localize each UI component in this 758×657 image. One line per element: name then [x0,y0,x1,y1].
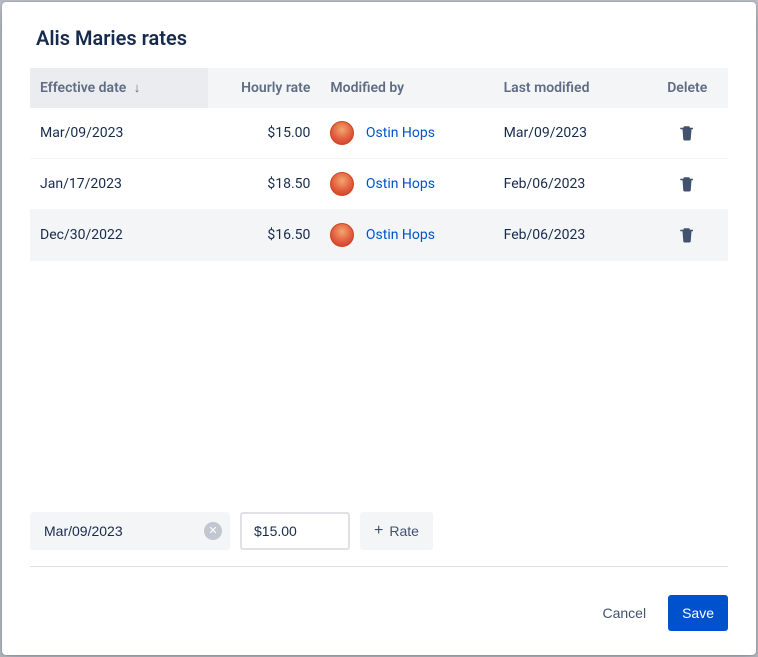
add-rate-button[interactable]: + Rate [360,512,433,550]
table-row: Jan/17/2023 $18.50 Ostin Hops Feb/06/202… [30,159,728,210]
cancel-button[interactable]: Cancel [588,595,660,631]
cell-delete [646,159,728,210]
cell-effective-date: Mar/09/2023 [30,108,208,159]
clear-date-button[interactable]: ✕ [204,522,222,540]
save-button[interactable]: Save [668,595,728,631]
rates-table: Effective date ↓ Hourly rate Modified by… [30,68,728,261]
avatar [330,172,354,196]
dialog-footer: Cancel Save [30,595,728,631]
close-icon: ✕ [208,526,217,537]
trash-icon [678,124,696,142]
cell-modified-by: Ostin Hops [320,108,493,159]
col-hourly-rate[interactable]: Hourly rate [208,68,320,108]
avatar [330,121,354,145]
rates-dialog: Alis Maries rates Effective date ↓ Hourl… [2,2,756,655]
col-modified-by-label: Modified by [330,80,404,96]
col-last-modified-label: Last modified [504,80,590,96]
modified-by-link[interactable]: Ostin Hops [366,176,435,192]
cell-last-modified: Feb/06/2023 [494,210,647,261]
col-delete-label: Delete [667,80,707,96]
dialog-title: Alis Maries rates [36,26,728,50]
cell-hourly-rate: $15.00 [208,108,320,159]
sort-descending-icon: ↓ [134,81,141,96]
cell-delete [646,210,728,261]
date-field-wrap: ✕ [30,512,230,550]
col-last-modified[interactable]: Last modified [494,68,647,108]
col-modified-by[interactable]: Modified by [320,68,493,108]
hourly-rate-input[interactable] [240,512,350,550]
cell-effective-date: Jan/17/2023 [30,159,208,210]
plus-icon: + [374,523,383,539]
col-delete: Delete [646,68,728,108]
table-header-row: Effective date ↓ Hourly rate Modified by… [30,68,728,108]
table-row: Mar/09/2023 $15.00 Ostin Hops Mar/09/202… [30,108,728,159]
trash-icon [678,226,696,244]
effective-date-input[interactable] [30,512,230,550]
cell-effective-date: Dec/30/2022 [30,210,208,261]
add-rate-form: ✕ + Rate [30,502,728,567]
delete-button[interactable] [674,222,700,248]
cell-last-modified: Mar/09/2023 [494,108,647,159]
table-row: Dec/30/2022 $16.50 Ostin Hops Feb/06/202… [30,210,728,261]
spacer [30,261,728,502]
col-effective-date-label: Effective date [40,80,126,96]
delete-button[interactable] [674,171,700,197]
cell-hourly-rate: $16.50 [208,210,320,261]
cell-last-modified: Feb/06/2023 [494,159,647,210]
col-effective-date[interactable]: Effective date ↓ [30,68,208,108]
cell-modified-by: Ostin Hops [320,210,493,261]
avatar [330,223,354,247]
rates-table-wrap: Effective date ↓ Hourly rate Modified by… [30,68,728,261]
modified-by-link[interactable]: Ostin Hops [366,227,435,243]
modified-by-link[interactable]: Ostin Hops [366,125,435,141]
cell-modified-by: Ostin Hops [320,159,493,210]
trash-icon [678,175,696,193]
col-hourly-rate-label: Hourly rate [241,80,310,96]
rate-field-wrap [240,512,350,550]
cell-delete [646,108,728,159]
rates-tbody: Mar/09/2023 $15.00 Ostin Hops Mar/09/202… [30,108,728,261]
delete-button[interactable] [674,120,700,146]
cell-hourly-rate: $18.50 [208,159,320,210]
add-rate-label: Rate [389,523,419,539]
